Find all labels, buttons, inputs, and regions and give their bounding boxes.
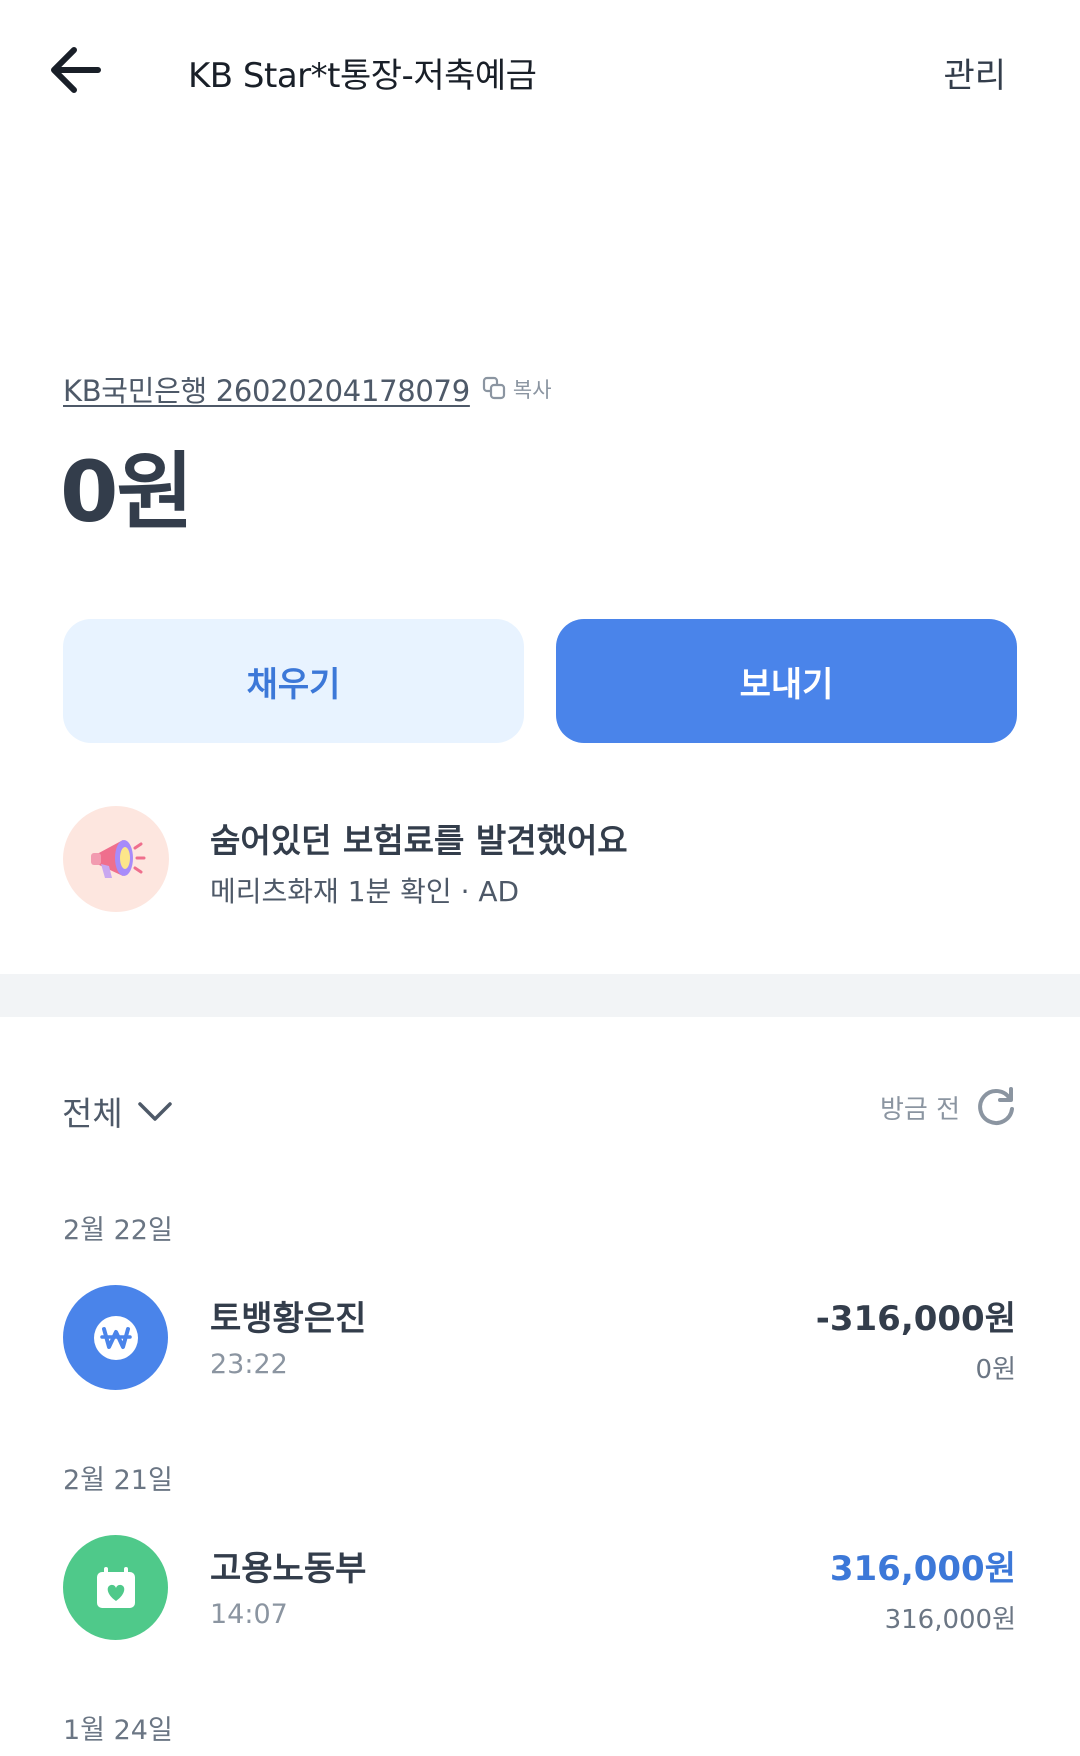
copy-icon [482, 376, 505, 400]
transaction-time: 14:07 [210, 1599, 288, 1630]
date-header: 1월 24일 [63, 1715, 173, 1746]
app-header: KB Star*t통장-저축예금 관리 [0, 0, 1080, 140]
date-header: 2월 21일 [63, 1465, 173, 1496]
transaction-row[interactable]: 고용노동부 14:07 316,000원 316,000원 [0, 1535, 1080, 1645]
ad-banner[interactable]: 숨어있던 보험료를 발견했어요 메리츠화재 1분 확인 · AD [63, 806, 1023, 914]
manage-button[interactable]: 관리 [943, 48, 1006, 97]
transaction-balance: 0원 [975, 1355, 1016, 1385]
calendar-heart-icon [63, 1535, 168, 1640]
copy-button[interactable]: 복사 [482, 374, 552, 404]
account-number[interactable]: KB국민은행 26020204178079 [63, 368, 470, 410]
won-icon [63, 1285, 168, 1390]
transaction-time: 23:22 [210, 1349, 288, 1380]
transaction-name: 고용노동부 [210, 1549, 367, 1589]
transaction-row[interactable]: 토뱅황은진 23:22 -316,000원 0원 [0, 1285, 1080, 1395]
ad-title: 숨어있던 보험료를 발견했어요 [210, 821, 628, 860]
transaction-name: 토뱅황은진 [210, 1299, 367, 1339]
date-header: 2월 22일 [63, 1215, 173, 1246]
account-balance: 0원 [60, 443, 194, 541]
page-title: KB Star*t통장-저축예금 [188, 56, 537, 96]
copy-label: 복사 [512, 378, 552, 402]
account-info: KB국민은행 26020204178079 복사 [63, 368, 552, 410]
arrow-left-icon [51, 47, 101, 93]
fill-button[interactable]: 채우기 [63, 619, 524, 743]
refresh-button[interactable]: 방금 전 [880, 1085, 1018, 1129]
filter-label: 전체 [62, 1094, 123, 1133]
filter-dropdown[interactable]: 전체 [62, 1087, 173, 1135]
megaphone-icon [63, 806, 169, 912]
back-button[interactable] [40, 40, 110, 100]
section-divider [0, 974, 1080, 1017]
refresh-icon [978, 1087, 1014, 1125]
last-updated-label: 방금 전 [879, 1094, 960, 1125]
transaction-balance: 316,000원 [884, 1605, 1016, 1635]
transaction-amount: -316,000원 [815, 1299, 1016, 1339]
chevron-down-icon [137, 1099, 173, 1123]
send-button[interactable]: 보내기 [556, 619, 1017, 743]
transaction-amount: 316,000원 [829, 1549, 1016, 1589]
ad-subtitle: 메리츠화재 1분 확인 · AD [210, 875, 520, 908]
